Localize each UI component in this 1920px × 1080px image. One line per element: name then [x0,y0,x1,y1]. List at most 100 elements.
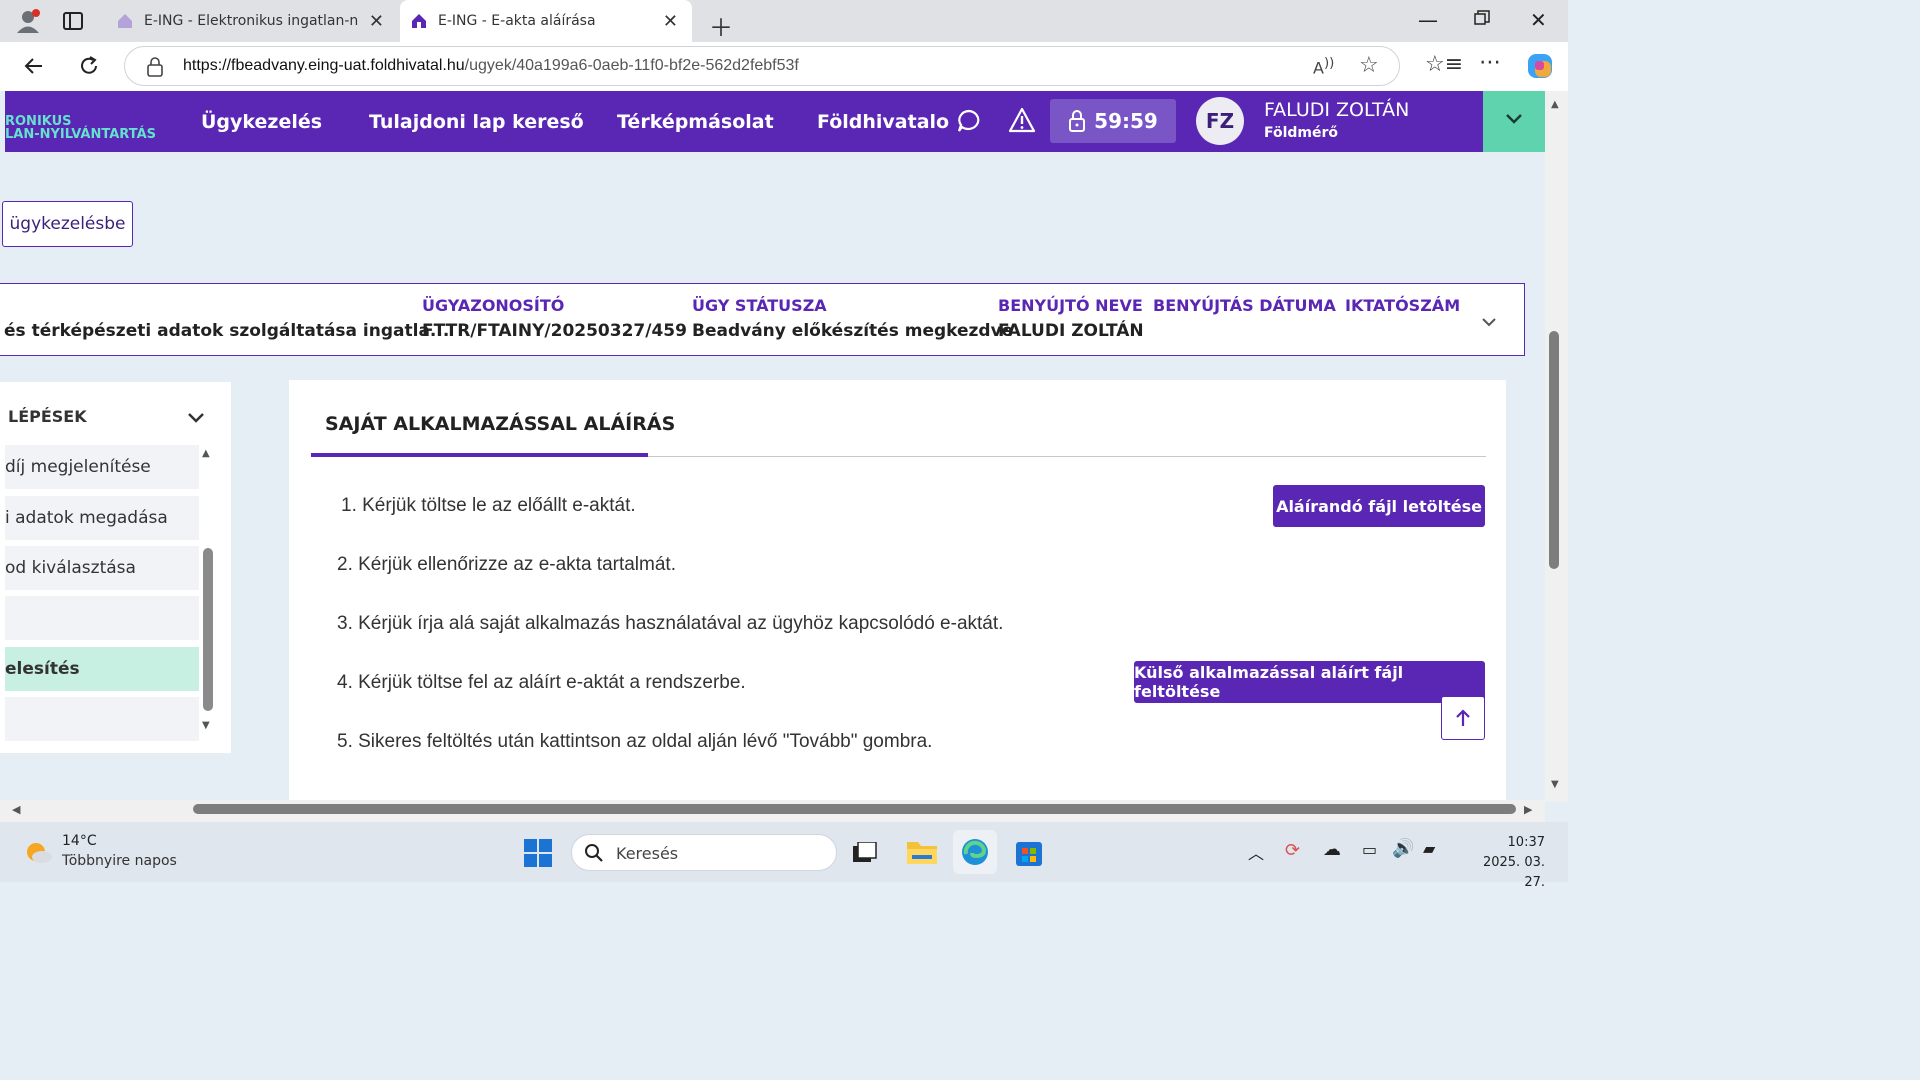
file-explorer-icon[interactable] [906,838,938,866]
network-icon[interactable]: ▭ [1362,840,1377,859]
step-item[interactable]: díj megjelenítése [5,445,199,489]
store-icon[interactable] [1015,839,1043,867]
weather-desc: Többnyire napos [62,853,177,869]
address-bar-row: https://fbeadvany.eing-uat.foldhivatal.h… [0,42,1568,91]
steps-scrollbar-thumb[interactable] [203,548,213,711]
favorite-star-icon[interactable]: ☆ [1359,53,1379,78]
step-item-active[interactable]: elesítés [5,647,199,691]
chevron-down-icon [1505,113,1523,125]
browser-tab-bar: E-ING - Elektronikus ingatlan-nyil ✕ E-I… [0,0,1568,42]
tab-active[interactable]: E-ING - E-akta aláírása ✕ [400,0,692,42]
edge-taskbar-button[interactable] [953,830,997,874]
new-tab-icon[interactable]: ＋ [709,8,733,43]
download-file-button[interactable]: Aláírandó fájl letöltése [1273,485,1485,527]
url-field[interactable]: https://fbeadvany.eing-uat.foldhivatal.h… [124,46,1400,86]
case-status-label: ÜGY STÁTUSZA [692,296,827,315]
page-vertical-scrollbar[interactable]: ▲ ▼ [1545,91,1568,802]
upload-signed-file-button[interactable]: Külső alkalmazással aláírt fájl feltölté… [1134,661,1485,703]
service-value: és térképészeti adatok szolgáltatása ing… [4,321,450,341]
date: 2025. 03. 27. [1482,855,1545,890]
tab-title: E-ING - E-akta aláírása [438,13,596,29]
windows-taskbar: 14°C Többnyire napos Keresés ︿ ⟳ ☁ ▭ 🔊 ▰… [0,822,1568,890]
favorites-list-icon[interactable]: ☆≡ [1425,52,1463,77]
nav-terkepmasolat[interactable]: Térképmásolat [617,111,774,133]
user-menu-toggle[interactable] [1483,91,1545,152]
scroll-right-icon[interactable]: ▶ [1524,803,1532,816]
nav-ugykezeles[interactable]: Ügykezelés [201,111,322,133]
volume-icon[interactable]: 🔊 [1392,838,1414,859]
clock[interactable]: 10:37 2025. 03. 27. [1460,833,1545,893]
weather-temp: 14°C [62,833,97,849]
search-placeholder: Keresés [616,844,679,863]
profile-icon[interactable] [14,8,42,34]
instruction-step: 3. Kérjük írja alá saját alkalmazás hasz… [337,613,1004,634]
scroll-up-icon[interactable]: ▲ [1551,99,1559,110]
window-close-icon[interactable]: ✕ [1530,8,1547,32]
signing-panel: SAJÁT ALKALMAZÁSSAL ALÁÍRÁS 1. Kérjük tö… [289,380,1506,800]
steps-panel: LÉPÉSEK díj megjelenítése i adatok megad… [0,382,231,753]
nav-foldhivatalok[interactable]: Földhivatalo [817,111,949,133]
more-menu-icon[interactable]: ⋯ [1479,50,1501,75]
warning-icon[interactable] [1008,107,1036,133]
scroll-up-icon[interactable]: ▲ [202,448,210,459]
scrollbar-thumb[interactable] [1549,331,1559,569]
close-icon[interactable]: ✕ [369,11,384,32]
tab-title: E-ING - Elektronikus ingatlan-nyil [144,13,359,29]
step-item[interactable] [5,596,199,640]
tab-inactive[interactable]: E-ING - Elektronikus ingatlan-nyil ✕ [106,0,398,42]
cloud-icon[interactable]: ☁ [1323,839,1341,860]
step-item[interactable] [5,697,199,741]
tab-own-app-signing[interactable]: SAJÁT ALKALMAZÁSSAL ALÁÍRÁS [325,413,675,435]
url-text: https://fbeadvany.eing-uat.foldhivatal.h… [183,57,799,74]
read-aloud-icon[interactable]: A)) [1313,56,1334,77]
tab-active-underline [311,453,648,457]
close-icon[interactable]: ✕ [663,11,678,32]
step-item[interactable]: od kiválasztása [5,546,199,590]
site-favicon-icon [410,12,428,30]
instruction-step: 1. Kérjük töltse le az előállt e-aktát. [341,495,636,516]
case-id-value: FTTR/FTAINY/20250327/459 [422,321,687,341]
time: 10:37 [1507,835,1545,850]
user-name: FALUDI ZOLTÁN [1264,99,1410,121]
chevron-down-icon[interactable] [187,412,205,424]
case-id-label: ÜGYAZONOSÍTÓ [422,296,565,315]
avatar[interactable]: FZ [1196,97,1244,145]
battery-icon[interactable]: ▰ [1423,839,1435,858]
lock-icon[interactable] [147,57,163,77]
arrow-up-icon [1454,708,1472,728]
copilot-icon[interactable] [1527,53,1553,79]
weather-sun-icon[interactable] [22,838,54,866]
submission-date-label: BENYÚJTÁS DÁTUMA [1153,296,1336,315]
user-role: Földmérő [1264,125,1339,141]
instruction-step: 5. Sikeres feltöltés után kattintson az … [337,731,933,752]
timer-value: 59:59 [1094,109,1158,133]
minimize-icon[interactable]: — [1418,8,1438,32]
scroll-left-icon[interactable]: ◀ [12,803,20,816]
scroll-down-icon[interactable]: ▼ [202,720,210,731]
scrollbar-thumb[interactable] [193,804,1516,814]
chevron-up-icon[interactable]: ︿ [1248,840,1264,864]
task-view-icon[interactable] [853,842,877,864]
taskbar-search-input[interactable]: Keresés [571,834,837,871]
site-favicon-icon [116,12,134,30]
page-horizontal-scrollbar[interactable]: ◀ ▶ [0,800,1545,822]
step-item[interactable]: i adatok megadása [5,496,199,540]
nav-tulajdoni-lap-kereso[interactable]: Tulajdoni lap kereső [369,111,584,133]
restore-icon[interactable] [1474,10,1490,26]
app-logo[interactable]: RONIKUS LAN-NYILVÁNTARTÁS [5,115,156,141]
windows-start-icon[interactable] [524,839,552,867]
scroll-down-icon[interactable]: ▼ [1551,779,1559,790]
tab-actions-icon[interactable] [63,11,83,31]
chat-icon[interactable] [956,108,982,134]
search-icon [584,843,604,863]
chevron-down-icon[interactable] [1481,317,1497,327]
back-arrow-icon[interactable] [22,54,46,78]
submitter-value: FALUDI ZOLTÁN [998,321,1144,341]
scroll-to-top-button[interactable] [1441,696,1485,740]
refresh-icon[interactable] [77,54,101,78]
back-to-case-management-button[interactable]: ügykezelésbe [2,201,133,247]
session-timer[interactable]: 59:59 [1050,99,1176,143]
sync-icon[interactable]: ⟳ [1285,840,1300,861]
lock-icon [1068,109,1086,133]
steps-title: LÉPÉSEK [8,407,87,426]
